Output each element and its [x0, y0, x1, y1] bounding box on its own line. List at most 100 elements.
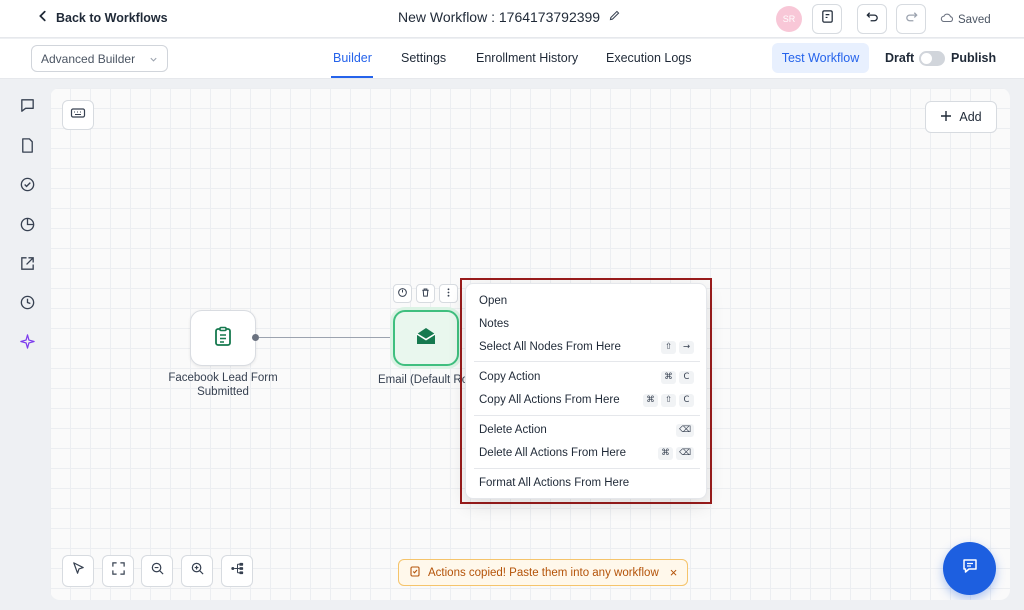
c-key: C [679, 370, 694, 384]
connector-edge [259, 337, 391, 338]
pie-chart-icon[interactable] [19, 216, 36, 233]
cursor-arrow-icon [71, 561, 86, 581]
arrow-right-key: → [679, 340, 694, 354]
comment-icon[interactable] [19, 97, 36, 114]
history-icon[interactable] [19, 294, 36, 311]
shortcut-select-all: ⇧ → [661, 340, 694, 354]
trash-icon [420, 285, 431, 303]
document-chart-icon [820, 9, 835, 29]
avatar[interactable]: SR [776, 6, 802, 32]
menu-item-format-all-actions[interactable]: Format All Actions From Here [466, 472, 708, 494]
tab-settings[interactable]: Settings [401, 51, 446, 65]
chevron-left-icon [36, 9, 50, 26]
node-delete-button[interactable] [416, 284, 435, 303]
keyboard-shortcuts-button[interactable] [62, 100, 94, 130]
email-node-label: Email (Default Ro [378, 374, 468, 386]
zoom-in-icon [190, 561, 205, 581]
redo-icon [904, 9, 919, 29]
saved-label: Saved [958, 13, 991, 26]
publish-label: Publish [951, 51, 997, 65]
undo-button[interactable] [857, 4, 887, 34]
keyboard-icon [70, 105, 86, 126]
redo-button[interactable] [896, 4, 926, 34]
node-toolbar [393, 284, 458, 303]
menu-item-delete-action-label: Delete Action [479, 424, 547, 436]
cloud-check-icon [940, 11, 954, 28]
workflow-tree-icon [230, 561, 245, 581]
menu-item-notes[interactable]: Notes [466, 313, 708, 335]
top-bar: Back to Workflows New Workflow : 1764173… [0, 0, 1024, 38]
shortcut-copy-all: ⌘ ⇧ C [643, 393, 694, 407]
shift-key: ⇧ [661, 340, 676, 354]
command-key: ⌘ [661, 370, 676, 384]
c-key: C [679, 393, 694, 407]
envelope-open-icon [415, 325, 437, 352]
fullscreen-icon [111, 561, 126, 581]
menu-divider [474, 361, 700, 362]
trigger-output-port[interactable] [252, 334, 259, 341]
fit-view-button[interactable] [102, 555, 134, 587]
backspace-key: ⌫ [675, 446, 694, 460]
external-link-icon[interactable] [19, 255, 36, 272]
copied-toast: Actions copied! Paste them into any work… [398, 559, 688, 586]
menu-item-delete-action[interactable]: Delete Action ⌫ [466, 419, 708, 441]
trigger-label-line2: Submitted [197, 386, 249, 398]
trigger-label-line1: Facebook Lead Form [168, 372, 278, 384]
command-key: ⌘ [657, 446, 673, 460]
node-power-button[interactable] [393, 284, 412, 303]
zoom-out-button[interactable] [141, 555, 173, 587]
menu-item-select-all-nodes[interactable]: Select All Nodes From Here ⇧ → [466, 336, 708, 358]
workflow-title[interactable]: New Workflow : 1764173792399 [398, 9, 621, 25]
draft-label: Draft [885, 51, 915, 65]
zoom-in-button[interactable] [181, 555, 213, 587]
trigger-node[interactable] [190, 310, 256, 366]
auto-layout-button[interactable] [221, 555, 253, 587]
more-vertical-icon [443, 285, 454, 303]
chat-support-button[interactable] [943, 542, 996, 595]
menu-item-copy-action[interactable]: Copy Action ⌘ C [466, 366, 708, 388]
chat-icon [961, 557, 979, 580]
pencil-icon[interactable] [608, 9, 621, 25]
node-more-button[interactable] [439, 284, 458, 303]
back-to-workflows-link[interactable]: Back to Workflows [36, 9, 168, 26]
menu-item-delete-all-actions[interactable]: Delete All Actions From Here ⌘ ⌫ [466, 442, 708, 464]
test-workflow-button[interactable]: Test Workflow [772, 43, 869, 73]
builder-mode-select[interactable]: Advanced Builder [31, 45, 168, 72]
toast-close-button[interactable]: × [670, 565, 678, 580]
tab-execution-logs[interactable]: Execution Logs [606, 51, 691, 65]
back-label: Back to Workflows [56, 10, 168, 25]
menu-item-open-label: Open [479, 295, 508, 307]
clipboard-check-icon [409, 565, 421, 580]
zoom-out-icon [150, 561, 165, 581]
select-tool-button[interactable] [62, 555, 94, 587]
menu-item-copy-action-label: Copy Action [479, 371, 541, 383]
clipboard-list-icon [212, 325, 234, 352]
add-label: Add [959, 110, 982, 124]
publish-toggle[interactable] [919, 51, 945, 66]
tab-enrollment-history[interactable]: Enrollment History [476, 51, 578, 65]
save-status: Saved [940, 11, 991, 28]
workflow-canvas[interactable]: Add Facebook Lead Form Submitted Email (… [50, 88, 1010, 600]
reports-button[interactable] [812, 4, 842, 34]
workflow-title-text: New Workflow : 1764173792399 [398, 9, 601, 25]
menu-item-copy-all-actions[interactable]: Copy All Actions From Here ⌘ ⇧ C [466, 389, 708, 411]
shortcut-delete-action: ⌫ [675, 423, 694, 437]
tab-builder[interactable]: Builder [333, 51, 372, 65]
menu-divider [474, 468, 700, 469]
undo-icon [865, 9, 880, 29]
power-icon [397, 285, 408, 303]
add-button[interactable]: Add [925, 101, 997, 133]
menu-divider [474, 415, 700, 416]
sparkles-icon[interactable] [19, 333, 36, 350]
email-action-node[interactable] [393, 310, 459, 366]
menu-item-open[interactable]: Open [466, 290, 708, 312]
file-icon[interactable] [19, 137, 36, 154]
shift-key: ⇧ [661, 393, 676, 407]
node-context-menu: Open Notes Select All Nodes From Here ⇧ →… [465, 283, 707, 499]
toast-message: Actions copied! Paste them into any work… [428, 566, 659, 579]
builder-mode-value: Advanced Builder [41, 51, 136, 66]
left-sidebar [0, 80, 50, 610]
check-circle-icon[interactable] [19, 176, 36, 193]
menu-item-notes-label: Notes [479, 318, 510, 330]
plus-icon [940, 110, 952, 125]
